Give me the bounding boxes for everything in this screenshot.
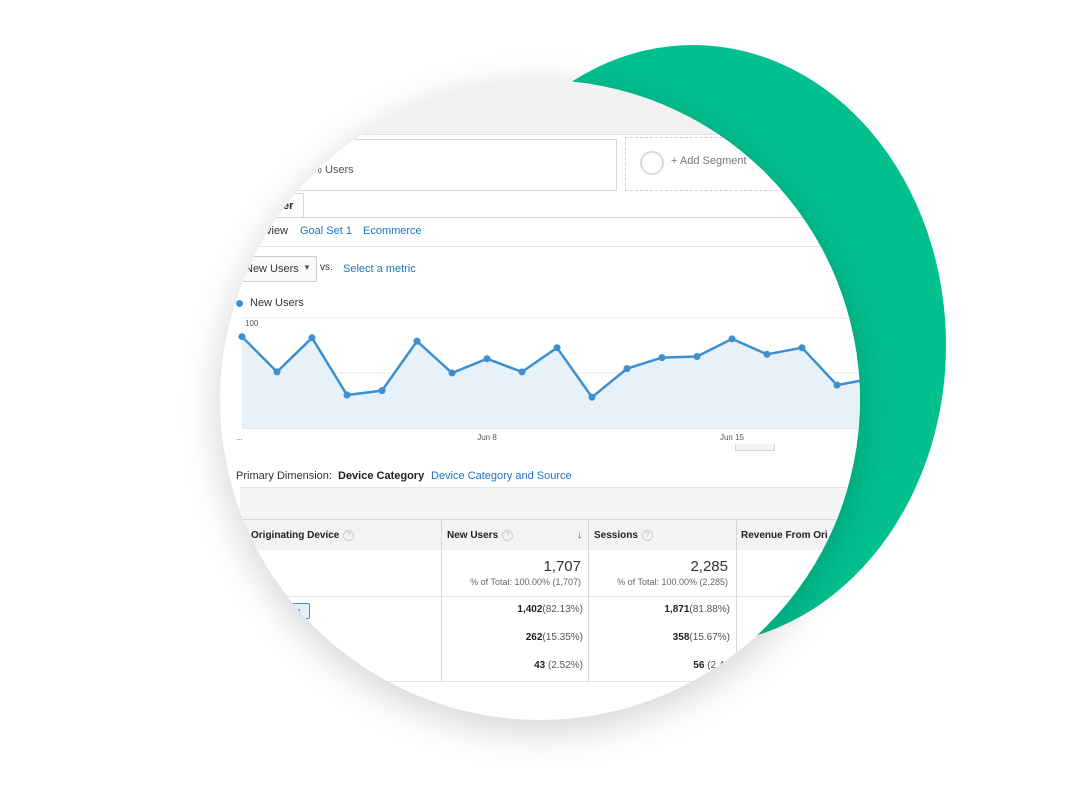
tab-label[interactable]: er — [283, 200, 293, 212]
total-sessions: 2,285 — [690, 558, 728, 575]
x-tick-label: ... — [236, 433, 243, 442]
row-1-new-users: 1,402(82.13%) — [517, 604, 583, 615]
data-point-6[interactable] — [448, 369, 456, 377]
row-1-sessions: 1,871(81.88%) — [664, 604, 730, 615]
th-new-users[interactable]: New Users? — [447, 530, 514, 541]
th-revenue[interactable]: Revenue From Ori — [741, 530, 828, 541]
y-tick-100: 100 — [245, 319, 259, 328]
vs-label: vs. — [320, 262, 333, 273]
data-point-8[interactable] — [518, 368, 526, 376]
chevron-down-icon[interactable]: ▼ — [303, 263, 311, 272]
device-row-chip[interactable]: p — [286, 603, 310, 619]
th-sessions-label[interactable]: Sessions — [594, 530, 638, 541]
top-bar — [220, 80, 860, 135]
row-3-sessions: 56 (2.45 — [693, 660, 730, 671]
x-tick-label: Jun 15 — [720, 433, 745, 442]
data-point-12[interactable] — [658, 354, 666, 362]
metric-dropdown-value[interactable]: New Users — [245, 263, 299, 275]
th-sessions[interactable]: Sessions? — [594, 530, 653, 541]
analytics-screen: s 0% Users + Add Segment er view Goal Se… — [220, 80, 860, 720]
data-point-11[interactable] — [623, 365, 631, 373]
data-point-2[interactable] — [308, 334, 316, 342]
row-2-sessions: 358(15.67%) — [672, 632, 730, 643]
data-point-7[interactable] — [483, 355, 491, 363]
th-originating-device[interactable]: Originating Device? — [251, 530, 355, 541]
column-divider — [441, 519, 442, 681]
segment-name: s — [318, 151, 324, 163]
data-point-9[interactable] — [553, 344, 561, 352]
select-metric-link[interactable]: Select a metric — [343, 263, 416, 275]
data-point-0[interactable] — [238, 333, 246, 341]
data-point-13[interactable] — [693, 353, 701, 360]
subtab-ecommerce[interactable]: Ecommerce — [363, 225, 422, 237]
help-icon[interactable]: ? — [502, 530, 514, 541]
data-point-10[interactable] — [588, 393, 596, 401]
legend-label: New Users — [250, 297, 304, 309]
add-segment-circle-icon — [640, 151, 664, 175]
chart-resize-handle[interactable] — [735, 444, 775, 451]
sort-descending-icon[interactable]: ↓ — [577, 530, 582, 541]
total-new-users: 1,707 — [543, 558, 581, 575]
column-divider — [588, 519, 589, 681]
tab-divider — [240, 217, 860, 218]
table-toolbar — [240, 487, 860, 520]
subtab-goal-set-1[interactable]: Goal Set 1 — [300, 225, 352, 237]
data-point-5[interactable] — [413, 337, 421, 345]
magnifier-lens: s 0% Users + Add Segment er view Goal Se… — [220, 80, 860, 720]
total-new-users-pct: % of Total: 100.00% (1,707) — [470, 577, 581, 587]
primary-dimension-label: Primary Dimension: — [236, 470, 332, 482]
data-point-4[interactable] — [378, 387, 386, 395]
divider — [240, 246, 860, 247]
help-icon[interactable]: ? — [343, 530, 355, 541]
total-sessions-pct: % of Total: 100.00% (2,285) — [617, 577, 728, 587]
x-tick-label: Jun 8 — [477, 433, 497, 442]
data-point-17[interactable] — [833, 381, 841, 389]
data-point-3[interactable] — [343, 391, 351, 399]
column-divider — [736, 519, 737, 681]
legend-dot-icon — [236, 300, 243, 307]
new-users-line-chart[interactable]: 100 50 ...Jun 8Jun 15 — [230, 315, 860, 445]
primary-dimension-device-source-link[interactable]: Device Category and Source — [431, 470, 572, 482]
data-point-1[interactable] — [273, 368, 281, 376]
subtab-summary[interactable]: view — [266, 225, 288, 237]
data-point-15[interactable] — [763, 350, 771, 358]
row-2-new-users: 262(15.35%) — [525, 632, 583, 643]
add-segment-label[interactable]: + Add Segment — [671, 155, 747, 167]
row-3-new-users: 43 (2.52%) — [534, 660, 583, 671]
primary-dimension-device-category: Device Category — [338, 470, 425, 482]
data-point-14[interactable] — [728, 335, 736, 343]
help-icon[interactable]: ? — [641, 530, 653, 541]
x-ticks-group: ... Jun 8 Jun 15 — [236, 433, 745, 442]
segment-percent: 0% Users — [306, 164, 354, 176]
th-originating-device-label[interactable]: Originating Device — [251, 530, 339, 541]
chart-area-group — [238, 333, 860, 428]
data-point-16[interactable] — [798, 344, 806, 352]
th-new-users-label[interactable]: New Users — [447, 530, 498, 541]
